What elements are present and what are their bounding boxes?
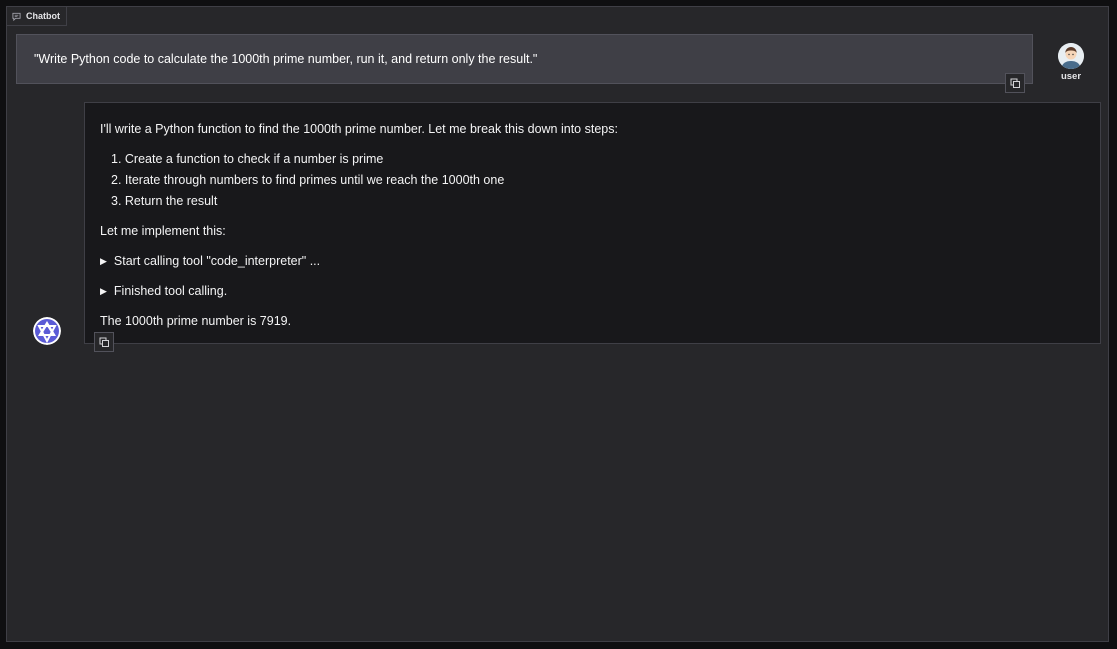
chat-bubble-icon <box>12 12 21 21</box>
triangle-right-icon: ▶ <box>100 285 107 296</box>
implement-text: Let me implement this: <box>100 224 226 238</box>
tool-call-start-toggle[interactable]: ▶ Start calling tool "code_interpreter" … <box>100 254 320 268</box>
tool-call-end-text: Finished tool calling. <box>113 284 228 298</box>
bot-intro-text: I'll write a Python function to find the… <box>100 122 618 136</box>
bot-message: I'll write a Python function to find the… <box>84 102 1101 344</box>
step-item-3: 3. Return the result <box>111 194 218 208</box>
result-text: The 1000th prime number is 7919. <box>100 314 292 328</box>
step-item-1: 1. Create a function to check if a numbe… <box>111 152 384 166</box>
chatbot-panel: Chatbot "Write Python code to calculate … <box>6 6 1109 642</box>
copy-user-message-button[interactable] <box>1005 73 1025 93</box>
copy-icon <box>99 337 110 348</box>
copy-icon <box>1010 78 1021 89</box>
step-item-2: 2. Iterate through numbers to find prime… <box>111 173 505 187</box>
copy-bot-message-button[interactable] <box>94 332 114 352</box>
user-message: "Write Python code to calculate the 1000… <box>16 34 1033 84</box>
user-name: user <box>1060 71 1082 82</box>
tool-call-start-text: Start calling tool "code_interpreter" ..… <box>113 254 321 268</box>
user-message-text: "Write Python code to calculate the 1000… <box>34 52 538 66</box>
chatbot-label-text: Chatbot <box>26 11 60 21</box>
bot-avatar <box>33 317 61 345</box>
chatbot-label: Chatbot <box>7 7 67 26</box>
tool-call-end-toggle[interactable]: ▶ Finished tool calling. <box>100 284 227 298</box>
user-avatar <box>1058 43 1084 69</box>
triangle-right-icon: ▶ <box>100 255 107 266</box>
